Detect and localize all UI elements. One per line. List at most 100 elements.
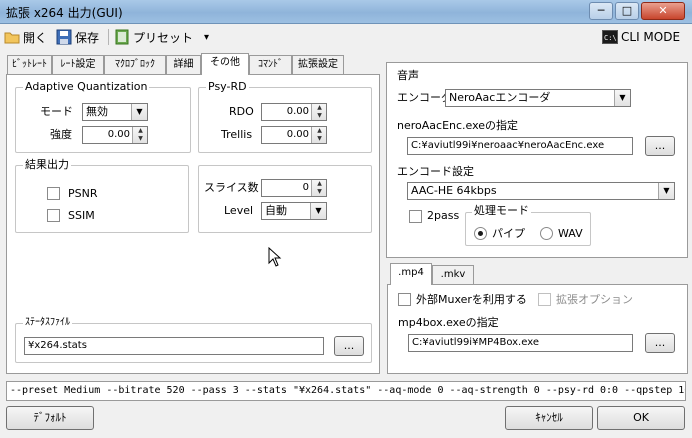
trellis-label: Trellis bbox=[221, 128, 253, 141]
cli-mode-label: CLI MODE bbox=[621, 30, 681, 44]
down-arrow-icon[interactable]: ▼ bbox=[312, 112, 327, 120]
tab-mp4[interactable]: .mp4 bbox=[390, 263, 432, 285]
svg-text:C:\: C:\ bbox=[604, 34, 617, 42]
title-bar: 拡張 x264 出力(GUI) ─ □ ✕ bbox=[0, 0, 692, 24]
aq-mode-label: モード bbox=[40, 105, 73, 118]
spinner-arrows[interactable]: ▲ ▼ bbox=[132, 127, 147, 143]
result-output-group: 結果出力 PSNR SSIM bbox=[15, 158, 189, 233]
pipe-radio[interactable] bbox=[474, 227, 487, 240]
tab-macroblock[interactable]: ﾏｸﾛﾌﾞﾛｯｸ bbox=[104, 55, 166, 75]
audio-title: 音声 bbox=[397, 69, 419, 82]
aq-mode-value: 無効 bbox=[86, 105, 108, 118]
tab-details[interactable]: 詳細 bbox=[166, 55, 201, 75]
tab-other[interactable]: その他 bbox=[201, 53, 249, 75]
save-label: 保存 bbox=[75, 30, 100, 45]
encoder-select[interactable]: NeroAacエンコーダ ▼ bbox=[445, 89, 631, 107]
status-file-browse-button[interactable]: ... bbox=[334, 336, 364, 356]
chevron-down-icon: ▼ bbox=[310, 203, 326, 219]
toolbar: 開く 保存 プリセット ▾ C:\ CLI MODE bbox=[0, 25, 692, 49]
down-arrow-icon[interactable]: ▼ bbox=[312, 188, 327, 196]
encode-settings-select[interactable]: AAC-HE 64kbps ▼ bbox=[407, 182, 675, 200]
chevron-down-icon: ▼ bbox=[131, 104, 147, 120]
spinner-arrows[interactable]: ▲ ▼ bbox=[311, 127, 326, 143]
extended-option-label: 拡張オプション bbox=[556, 293, 633, 306]
console-icon: C:\ bbox=[602, 30, 618, 44]
default-button[interactable]: ﾃﾞﾌｫﾙﾄ bbox=[6, 406, 94, 430]
up-arrow-icon[interactable]: ▲ bbox=[312, 104, 327, 112]
slice-count-spinner[interactable]: 0 ▲ ▼ bbox=[261, 179, 327, 197]
minimize-button[interactable]: ─ bbox=[589, 2, 613, 20]
trellis-value: 0.00 bbox=[286, 129, 309, 140]
tab-extended-settings[interactable]: 拡張設定 bbox=[292, 55, 344, 75]
chevron-down-icon: ▾ bbox=[204, 31, 210, 43]
slice-count-value: 0 bbox=[302, 182, 309, 193]
down-arrow-icon[interactable]: ▼ bbox=[312, 135, 327, 143]
psy-rd-group-title: Psy-RD bbox=[206, 80, 249, 94]
result-output-title: 結果出力 bbox=[23, 158, 71, 172]
window-title: 拡張 x264 出力(GUI) bbox=[6, 6, 123, 20]
twopass-checkbox[interactable] bbox=[409, 210, 422, 223]
level-value: 自動 bbox=[265, 204, 287, 217]
extended-option-checkbox[interactable] bbox=[538, 293, 551, 306]
preset-label: プリセット bbox=[133, 30, 194, 45]
pipe-label: パイプ bbox=[492, 227, 525, 240]
rdo-label: RDO bbox=[229, 105, 254, 118]
up-arrow-icon[interactable]: ▲ bbox=[312, 127, 327, 135]
mouse-cursor-icon bbox=[268, 247, 282, 267]
folder-icon bbox=[4, 32, 20, 44]
other-settings-panel: Adaptive Quantization モード 無効 ▼ 強度 0.00 ▲… bbox=[6, 74, 380, 374]
open-button[interactable]: 開く bbox=[4, 27, 47, 47]
slice-count-label: スライス数 bbox=[204, 181, 259, 194]
aq-strength-value: 0.00 bbox=[107, 129, 130, 140]
slices-group: スライス数 0 ▲ ▼ Level 自動 ▼ bbox=[198, 165, 372, 233]
encoder-value: NeroAacエンコーダ bbox=[449, 91, 551, 104]
tab-rate-settings[interactable]: ﾚｰﾄ設定 bbox=[52, 55, 104, 75]
cancel-button[interactable]: ｷｬﾝｾﾙ bbox=[505, 406, 593, 430]
nero-exe-browse-button[interactable]: ... bbox=[645, 136, 675, 156]
psnr-checkbox[interactable] bbox=[47, 187, 60, 200]
psnr-label: PSNR bbox=[68, 187, 98, 200]
mp4box-browse-button[interactable]: ... bbox=[645, 333, 675, 353]
chevron-down-icon: ▼ bbox=[658, 183, 674, 199]
status-file-group: ｽﾃｰﾀｽﾌｧｲﾙ ¥x264.stats ... bbox=[15, 316, 372, 363]
maximize-button[interactable]: □ bbox=[615, 2, 639, 20]
ok-button[interactable]: OK bbox=[597, 406, 685, 430]
processing-mode-group: 処理モード パイプ WAV bbox=[465, 204, 591, 246]
floppy-icon bbox=[56, 29, 72, 45]
preset-button[interactable]: プリセット ▾ bbox=[114, 27, 209, 47]
mp4box-path-input[interactable]: C:¥aviutl99i¥MP4Box.exe bbox=[408, 334, 633, 352]
level-label: Level bbox=[224, 204, 254, 217]
tab-mkv[interactable]: .mkv bbox=[432, 265, 474, 285]
aq-mode-select[interactable]: 無効 ▼ bbox=[82, 103, 148, 121]
external-muxer-checkbox[interactable] bbox=[398, 293, 411, 306]
close-button[interactable]: ✕ bbox=[641, 2, 685, 20]
trellis-spinner[interactable]: 0.00 ▲ ▼ bbox=[261, 126, 327, 144]
tab-bitrate[interactable]: ﾋﾞｯﾄﾚｰﾄ bbox=[7, 55, 52, 75]
spinner-arrows[interactable]: ▲ ▼ bbox=[311, 104, 326, 120]
audio-panel: 音声 エンコーダ NeroAacエンコーダ ▼ neroAacEnc.exeの指… bbox=[386, 62, 688, 258]
up-arrow-icon[interactable]: ▲ bbox=[133, 127, 148, 135]
ssim-checkbox[interactable] bbox=[47, 209, 60, 222]
cli-mode-button[interactable]: C:\ CLI MODE bbox=[602, 27, 680, 47]
ssim-label: SSIM bbox=[68, 209, 95, 222]
status-file-title: ｽﾃｰﾀｽﾌｧｲﾙ bbox=[23, 316, 72, 330]
aq-strength-label: 強度 bbox=[50, 128, 72, 141]
up-arrow-icon[interactable]: ▲ bbox=[312, 180, 327, 188]
tab-command[interactable]: ｺﾏﾝﾄﾞ bbox=[249, 55, 292, 75]
wav-radio[interactable] bbox=[540, 227, 553, 240]
status-file-input[interactable]: ¥x264.stats bbox=[24, 337, 324, 355]
spinner-arrows[interactable]: ▲ ▼ bbox=[311, 180, 326, 196]
open-label: 開く bbox=[23, 30, 48, 45]
psy-rd-group: Psy-RD RDO 0.00 ▲ ▼ Trellis 0.00 ▲ ▼ bbox=[198, 80, 372, 153]
twopass-label: 2pass bbox=[427, 209, 460, 222]
aq-strength-spinner[interactable]: 0.00 ▲ ▼ bbox=[82, 126, 148, 144]
down-arrow-icon[interactable]: ▼ bbox=[133, 135, 148, 143]
level-select[interactable]: 自動 ▼ bbox=[261, 202, 327, 220]
nero-exe-path-input[interactable]: C:¥aviutl99i¥neroaac¥neroAacEnc.exe bbox=[407, 137, 633, 155]
rdo-value: 0.00 bbox=[286, 106, 309, 117]
preset-icon bbox=[115, 29, 129, 45]
rdo-spinner[interactable]: 0.00 ▲ ▼ bbox=[261, 103, 327, 121]
chevron-down-icon: ▼ bbox=[614, 90, 630, 106]
command-line-preview[interactable]: --preset Medium --bitrate 520 --pass 3 -… bbox=[6, 381, 686, 401]
save-button[interactable]: 保存 bbox=[56, 27, 99, 47]
